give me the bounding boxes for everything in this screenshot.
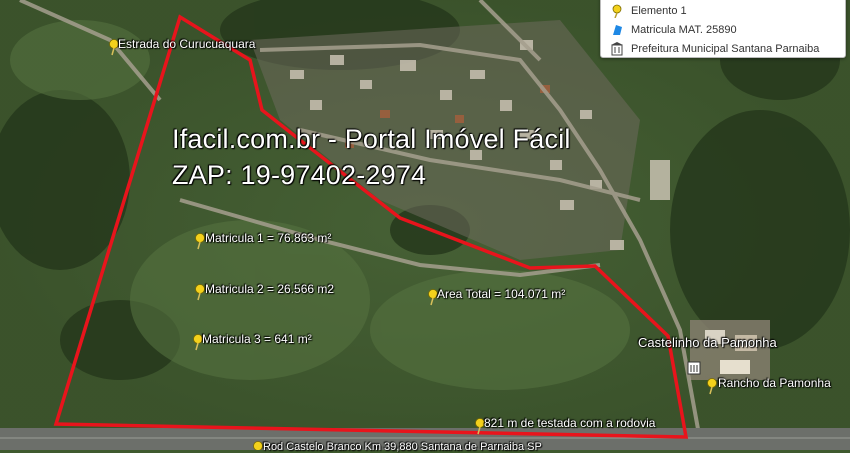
pushpin-icon — [612, 4, 622, 18]
label-rodovia: Rod Castelo Branco Km 39,880 Santana de … — [263, 441, 542, 453]
label-matricula-3: Matricula 3 = 641 m² — [202, 332, 312, 346]
legend-label: Prefeitura Municipal Santana Parnaiba — [631, 43, 820, 55]
label-rancho: Rancho da Pamonha — [718, 376, 831, 390]
building-icon — [611, 42, 623, 56]
label-testada: 821 m de testada com a rodovia — [484, 416, 656, 430]
label-castelinho: Castelinho da Pamonha — [638, 335, 777, 350]
label-matricula-1: Matricula 1 = 76.863 m² — [205, 231, 332, 245]
label-matricula-2: Matricula 2 = 26.566 m2 — [205, 282, 335, 296]
castelinho-buildings — [690, 320, 770, 380]
watermark-site: Ifacil.com.br - Portal Imóvel Fácil — [172, 124, 571, 154]
legend-panel[interactable]: Elemento 1 Matricula MAT. 25890 Prefeitu… — [600, 0, 846, 58]
pushpin-icon — [253, 441, 263, 450]
watermark-phone: ZAP: 19-97402-2974 — [172, 160, 427, 190]
legend-item-elemento[interactable]: Elemento 1 — [611, 3, 687, 19]
label-area-total: Area Total = 104.071 m² — [437, 287, 566, 301]
legend-item-prefeitura[interactable]: Prefeitura Municipal Santana Parnaiba — [611, 41, 819, 57]
legend-label: Elemento 1 — [631, 5, 687, 17]
legend-item-matricula[interactable]: Matricula MAT. 25890 — [611, 22, 737, 38]
landmark-building-icon[interactable] — [687, 361, 701, 375]
label-estrada: Estrada do Curucuaquara — [118, 37, 256, 51]
legend-label: Matricula MAT. 25890 — [631, 24, 737, 36]
polygon-icon — [613, 25, 622, 35]
